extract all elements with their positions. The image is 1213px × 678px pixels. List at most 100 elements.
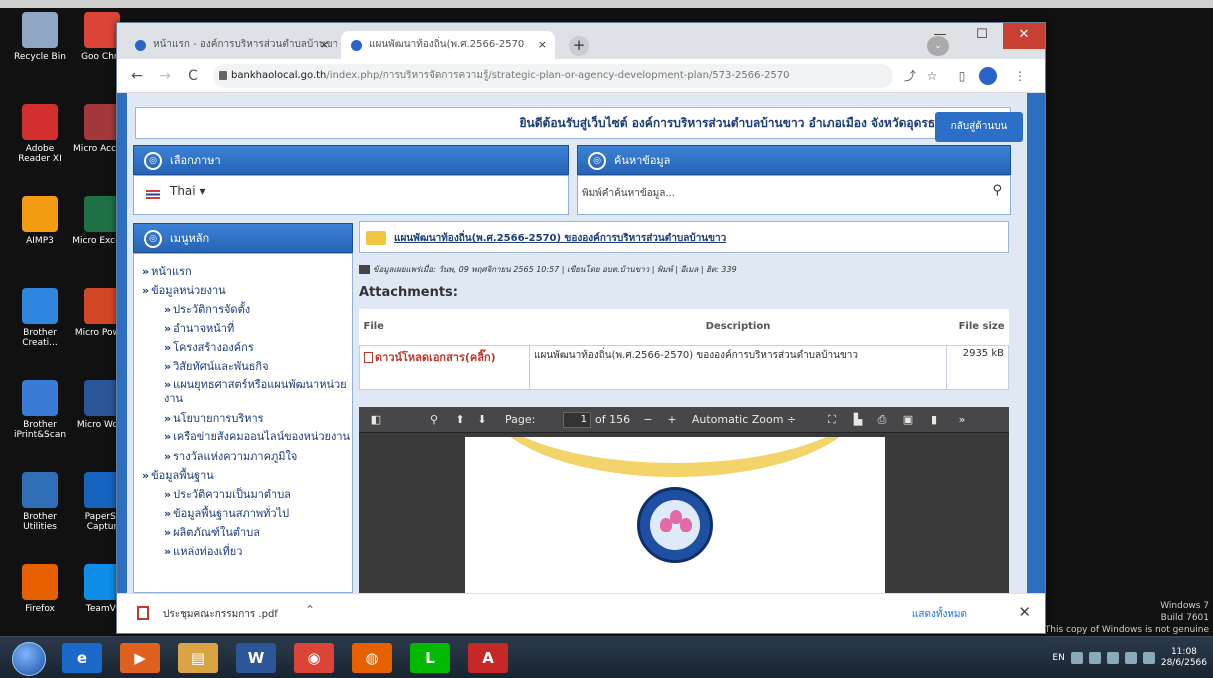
close-download-bar-button[interactable]: ✕ (1018, 603, 1031, 621)
tab-close-icon[interactable]: × (320, 31, 329, 59)
network-icon[interactable] (1124, 652, 1137, 664)
file-size-cell: 2935 kB (946, 344, 1009, 390)
menu-item[interactable]: » ประวัติความเป็นมาตำบล (134, 485, 352, 504)
menu-item[interactable]: » แผนยุทธศาสตร์หรือแผนพัฒนาหน่วยงาน (134, 376, 352, 409)
menu-item[interactable]: » อำนาจหน้าที่ (134, 319, 352, 338)
firefox-icon[interactable]: ◍ (352, 643, 392, 673)
file-cell: ดาวน์โหลดเอกสาร(คลิ๊ก) (359, 344, 530, 390)
menu-item[interactable]: » โครงสร้างองค์กร (134, 338, 352, 357)
chrome-icon[interactable]: ◉ (294, 643, 334, 673)
desktop-shortcut-label: Brother Creati... (22, 328, 58, 348)
new-tab-button[interactable]: + (569, 36, 589, 56)
download-item[interactable]: ประชุมคณะกรรมการ .pdf (163, 607, 278, 622)
menu-item[interactable]: » ข้อมูลหน่วยงาน (134, 281, 352, 300)
tab-close-icon[interactable]: × (538, 31, 547, 59)
pdf-file-icon (137, 606, 149, 620)
desktop-shortcut[interactable]: AIMP3 (10, 196, 70, 246)
menu-item[interactable]: » เครือข่ายสังคมออนไลน์ของหน่วยงาน (134, 428, 352, 447)
welcome-banner: ยินดีต้อนรับสู่เว็บไซต์ องค์การบริหารส่ว… (135, 107, 1011, 139)
side-panel-icon[interactable]: ▯ (953, 67, 971, 85)
close-window-button[interactable]: ✕ (1003, 23, 1045, 49)
forward-button[interactable]: → (155, 66, 175, 86)
next-page-icon[interactable]: ⬇ (473, 411, 491, 429)
menu-item[interactable]: » ผลิตภัณฑ์ในตำบล (134, 523, 352, 542)
desktop-shortcut[interactable]: Brother Creati... (10, 288, 70, 348)
sidebar-toggle-icon[interactable]: ◧ (367, 411, 385, 429)
acrobat-icon[interactable]: A (468, 643, 508, 673)
back-button[interactable]: ← (127, 66, 147, 86)
kebab-menu-icon[interactable]: ⋮ (1011, 67, 1029, 85)
taskbar: e ▶ ▤ W ◉ ◍ L A EN 11:08 28/6/2566 (0, 636, 1213, 678)
column-header-size: File size (946, 309, 1009, 346)
menu-item[interactable]: » แหล่งท่องเที่ยว (134, 542, 352, 561)
menu-icon: ◎ (144, 230, 162, 248)
menu-item[interactable]: » วิสัยทัศน์และพันธกิจ (134, 357, 352, 376)
reload-button[interactable]: C (183, 66, 203, 86)
column-header-description: Description (529, 309, 947, 346)
bookmark-icon[interactable]: ▮ (925, 411, 943, 429)
chevron-up-icon[interactable]: ⌃ (305, 603, 315, 617)
menu-item[interactable]: » ข้อมูลพื้นฐานสภาพทั่วไป (134, 504, 352, 523)
page-number-input[interactable]: 1 (563, 412, 591, 428)
panel-title: เมนูหลัก (170, 232, 210, 245)
minimize-button[interactable]: — (919, 23, 961, 49)
folder-icon (366, 231, 386, 245)
file-explorer-icon[interactable]: ▤ (178, 643, 218, 673)
show-all-downloads-link[interactable]: แสดงทั้งหมด (912, 607, 967, 622)
tools-icon[interactable]: » (953, 411, 971, 429)
lock-icon[interactable] (219, 71, 227, 80)
attachments-heading: Attachments: (359, 285, 458, 300)
menu-item[interactable]: » นโยบายการบริหาร (134, 409, 352, 428)
open-file-icon[interactable]: ▙ (849, 411, 867, 429)
search-input[interactable]: พิมพ์คำค้นหาข้อมูล... (582, 186, 675, 201)
desktop-shortcut[interactable]: Firefox (10, 564, 70, 614)
site-favicon-icon (135, 40, 146, 51)
language-selector[interactable]: Thai ▾ (133, 175, 569, 215)
main-menu: » หน้าแรก» ข้อมูลหน่วยงาน» ประวัติการจัดตั้… (133, 253, 353, 593)
language-indicator[interactable]: EN (1052, 653, 1064, 663)
start-button[interactable] (12, 642, 46, 676)
document-title-link[interactable]: แผนพัฒนาท้องถิ่น(พ.ศ.2566-2570) ขององค์ก… (394, 231, 726, 246)
find-icon[interactable]: ⚲ (425, 411, 443, 429)
tray-icon[interactable] (1106, 652, 1119, 664)
zoom-out-icon[interactable]: − (639, 411, 657, 429)
presentation-mode-icon[interactable]: ⛶ (823, 411, 841, 429)
back-to-top-button[interactable]: กลับสู่ด้านบน (935, 112, 1023, 142)
line-icon[interactable]: L (410, 643, 450, 673)
print-icon[interactable]: ⎙ (873, 411, 891, 429)
desktop-shortcut[interactable]: Adobe Reader XI (10, 104, 70, 164)
maximize-button[interactable]: ☐ (961, 23, 1003, 49)
previous-page-icon[interactable]: ⬆ (451, 411, 469, 429)
page: ยินดีต้อนรับสู่เว็บไซต์ องค์การบริหารส่ว… (127, 93, 1027, 593)
word-icon (84, 380, 120, 416)
share-icon[interactable]: ⤴ (901, 67, 919, 85)
desktop-shortcut[interactable]: Brother iPrint&Scan (10, 380, 70, 440)
bookmark-star-icon[interactable]: ☆ (923, 67, 941, 85)
menu-item-label: รางวัลแห่งความภาคภูมิใจ (173, 450, 298, 463)
url-host: bankhaolocal.go.th (231, 70, 327, 81)
download-link[interactable]: ดาวน์โหลดเอกสาร(คลิ๊ก) (375, 351, 496, 364)
word-icon[interactable]: W (236, 643, 276, 673)
menu-item[interactable]: » หน้าแรก (134, 262, 352, 281)
tab-home[interactable]: หน้าแรก - องค์การบริหารส่วนตำบลบ้านขาว อ… (125, 31, 337, 59)
document-title-bar: แผนพัฒนาท้องถิ่น(พ.ศ.2566-2570) ขององค์ก… (359, 221, 1009, 253)
zoom-in-icon[interactable]: + (663, 411, 681, 429)
tray-icon[interactable] (1088, 652, 1101, 664)
address-bar[interactable]: bankhaolocal.go.th/index.php/การบริหารจั… (213, 64, 893, 88)
desktop-shortcut-label: AIMP3 (26, 236, 54, 246)
profile-avatar[interactable] (979, 67, 997, 85)
clock[interactable]: 11:08 28/6/2566 (1161, 647, 1207, 669)
zoom-select[interactable]: Automatic Zoom ÷ (689, 411, 799, 429)
media-player-icon[interactable]: ▶ (120, 643, 160, 673)
desktop-shortcut[interactable]: Brother Utilities (10, 472, 70, 532)
desktop-shortcut[interactable]: Recycle Bin (10, 12, 70, 62)
volume-icon[interactable] (1142, 652, 1155, 664)
tab-development-plan[interactable]: แผนพัฒนาท้องถิ่น(พ.ศ.2566-2570 × (341, 31, 555, 59)
internet-explorer-icon[interactable]: e (62, 643, 102, 673)
menu-item[interactable]: » ข้อมูลพื้นฐาน (134, 466, 352, 485)
tray-icon[interactable] (1070, 652, 1083, 664)
menu-item[interactable]: » ประวัติการจัดตั้ง (134, 300, 352, 319)
download-icon[interactable]: ▣ (899, 411, 917, 429)
search-icon[interactable]: ⚲ (992, 183, 1002, 198)
menu-item[interactable]: » รางวัลแห่งความภาคภูมิใจ (134, 447, 352, 466)
